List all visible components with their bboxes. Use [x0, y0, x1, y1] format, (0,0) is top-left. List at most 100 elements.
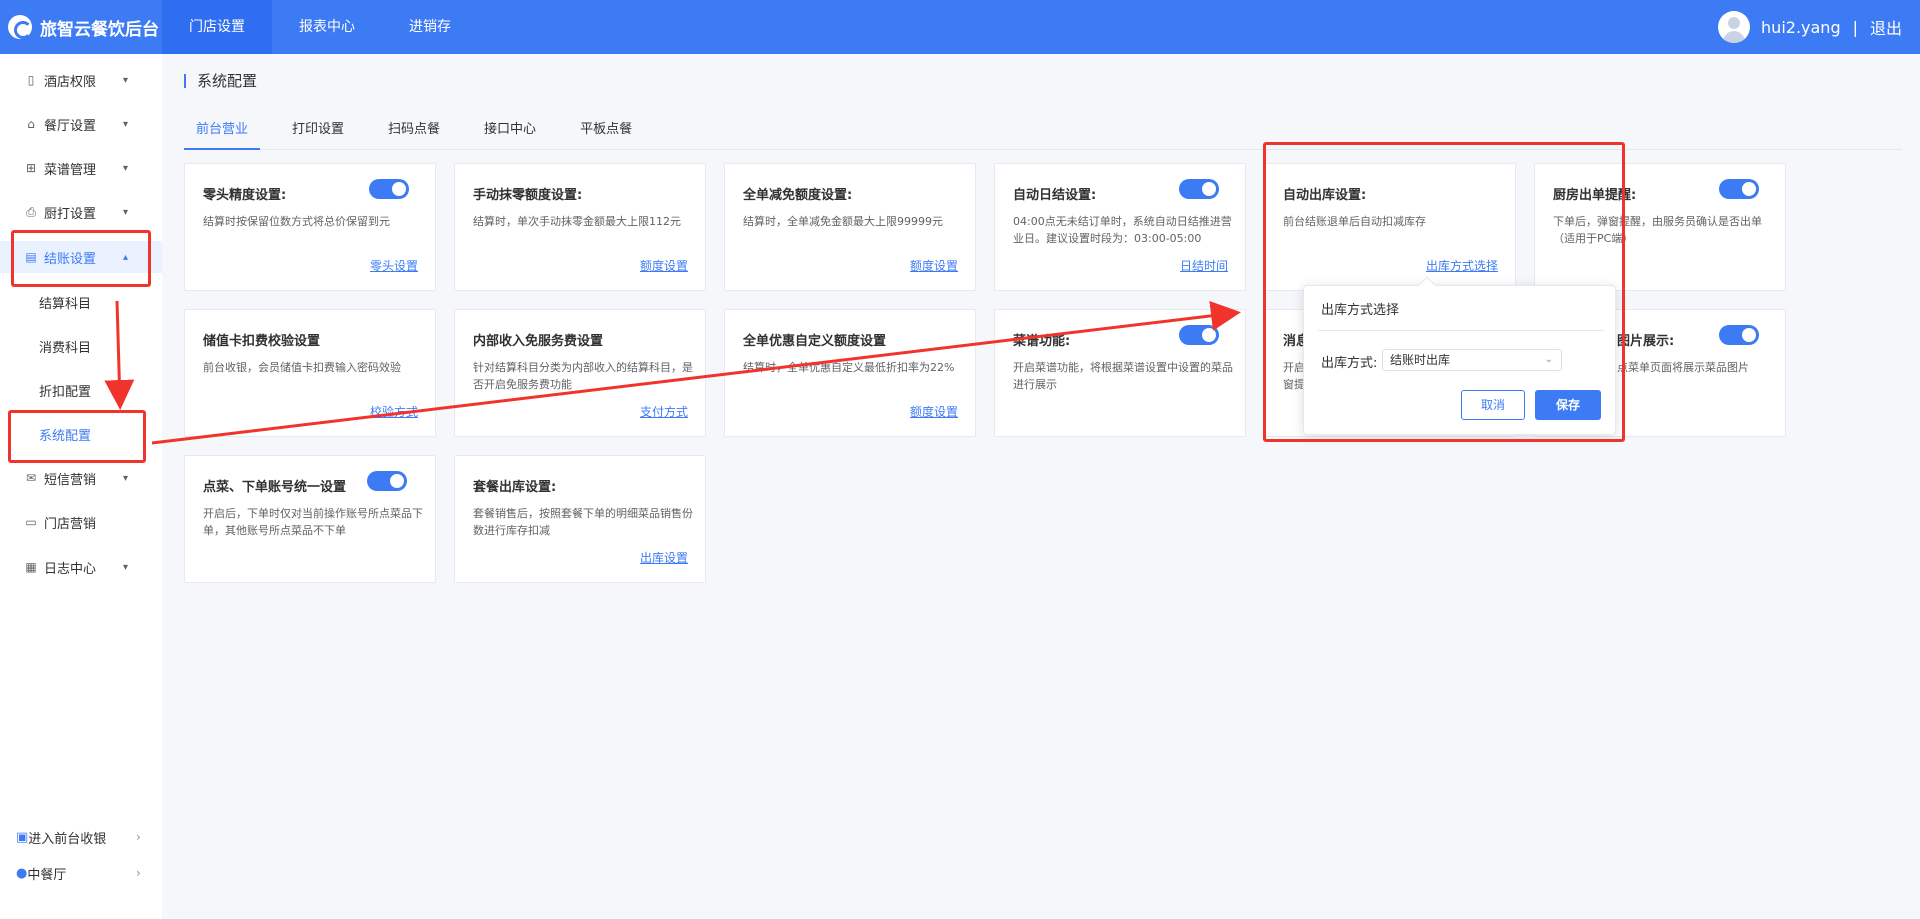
- topnav-store-settings[interactable]: 门店设置: [162, 0, 272, 54]
- sidebar-item-menu-management[interactable]: ⊞ 菜谱管理 ▾: [0, 152, 162, 184]
- page-title: 系统配置: [184, 74, 257, 89]
- card-title: 厨房出单提醒:: [1553, 188, 1637, 203]
- card-description: 开启后，下单时仅对当前操作账号所点菜品下单，其他账号所点菜品不下单: [203, 507, 423, 537]
- monitor-icon: ▣: [16, 829, 29, 845]
- sidebar-item-label: 餐厅设置: [44, 118, 97, 134]
- card-description: 结算时，全单优惠自定义最低折扣率为22%: [743, 361, 955, 374]
- sidebar-item-label: 门店营销: [44, 516, 97, 532]
- card-menu-function: 菜谱功能: 开启菜谱功能，将根据菜谱设置中设置的菜品进行展示: [994, 309, 1246, 437]
- card-link[interactable]: 额度设置: [910, 257, 958, 274]
- popover-title: 出库方式选择: [1321, 303, 1400, 318]
- card-link[interactable]: 额度设置: [910, 403, 958, 420]
- card-title: 手动抹零额度设置:: [473, 188, 583, 203]
- current-restaurant-label: 中餐厅: [27, 867, 67, 883]
- logo-icon: [8, 15, 32, 39]
- sidebar-item-kitchen-print[interactable]: ⎙ 厨打设置 ▾: [0, 196, 162, 228]
- card-title: 储值卡扣费校验设置: [203, 334, 321, 349]
- sidebar-item-store-marketing[interactable]: ▭ 门店营销: [0, 506, 162, 538]
- tab-front-business[interactable]: 前台营业: [184, 118, 261, 150]
- topnav-report-center[interactable]: 报表中心: [272, 0, 382, 54]
- card-title: 套餐出库设置:: [473, 480, 557, 495]
- card-description: 前台收银，会员储值卡扣费输入密码效验: [203, 361, 401, 374]
- select-value: 结账时出库: [1390, 353, 1451, 367]
- toggle-switch[interactable]: [1179, 179, 1219, 199]
- card-title: 内部收入免服务费设置: [473, 334, 604, 349]
- card-manual-rounding-limit: 手动抹零额度设置: 结算时，单次手动抹零金额最大上限112元 额度设置: [454, 163, 706, 291]
- sidebar-item-label: 短信营销: [44, 472, 97, 488]
- current-restaurant[interactable]: ● 中餐厅 ›: [0, 859, 162, 887]
- card-link[interactable]: 零头设置: [370, 257, 418, 274]
- sidebar-item-checkout-settings[interactable]: ▤ 结账设置 ▴: [0, 241, 162, 273]
- sidebar-item-restaurant-settings[interactable]: ⌂ 餐厅设置 ▾: [0, 108, 162, 140]
- card-link[interactable]: 校验方式: [370, 403, 418, 420]
- card-rounding-precision: 零头精度设置: 结算时按保留位数方式将总价保留到元 零头设置: [184, 163, 436, 291]
- chevron-up-icon: ▴: [123, 251, 129, 263]
- sidebar: ▯ 酒店权限 ▾ ⌂ 餐厅设置 ▾ ⊞ 菜谱管理 ▾ ⎙ 厨打设置 ▾ ▤ 结账…: [0, 54, 162, 919]
- sidebar-item-label: 酒店权限: [44, 74, 97, 90]
- grid-icon: ⊞: [25, 161, 37, 175]
- toggle-switch[interactable]: [1719, 179, 1759, 199]
- sidebar-sub-discount-config[interactable]: 折扣配置: [0, 374, 162, 406]
- enter-front-cashier[interactable]: ▣ 进入前台收银 ›: [0, 823, 162, 851]
- topnav-inventory[interactable]: 进销存: [382, 0, 478, 54]
- card-stored-value-verification: 储值卡扣费校验设置 前台收银，会员储值卡扣费输入密码效验 校验方式: [184, 309, 436, 437]
- card-auto-daily-close: 自动日结设置: 04:00点无未结订单时，系统自动日结推进营业日。建议设置时段为…: [994, 163, 1246, 291]
- stock-out-method-select[interactable]: 结账时出库 ⌄: [1382, 349, 1562, 371]
- sidebar-item-label: 菜谱管理: [44, 162, 97, 178]
- sidebar-item-label: 厨打设置: [44, 206, 97, 222]
- card-title: 零头精度设置:: [203, 188, 287, 203]
- card-description: 套餐销售后，按照套餐下单的明细菜品销售份数进行库存扣减: [473, 507, 693, 537]
- card-full-order-waiver-limit: 全单减免额度设置: 结算时，全单减免金额最大上限99999元 额度设置: [724, 163, 976, 291]
- card-custom-discount-limit: 全单优惠自定义额度设置 结算时，全单优惠自定义最低折扣率为22% 额度设置: [724, 309, 976, 437]
- card-title: 图片展示:: [1617, 334, 1675, 349]
- toggle-switch[interactable]: [1719, 325, 1759, 345]
- sidebar-sub-settlement-subjects[interactable]: 结算科目: [0, 286, 162, 318]
- card-link[interactable]: 出库方式选择: [1426, 257, 1498, 274]
- card-title: 全单减免额度设置:: [743, 188, 853, 203]
- printer-icon: ⎙: [26, 204, 36, 219]
- enter-front-cashier-label: 进入前台收银: [28, 831, 107, 847]
- toggle-switch[interactable]: [1179, 325, 1219, 345]
- card-description: 下单后，弹窗提醒，由服务员确认是否出单（适用于PC端）: [1553, 215, 1762, 245]
- top-nav: 门店设置 报表中心 进销存: [162, 0, 478, 54]
- card-set-meal-stock-out: 套餐出库设置: 套餐销售后，按照套餐下单的明细菜品销售份数进行库存扣减 出库设置: [454, 455, 706, 583]
- user-separator: |: [1852, 17, 1858, 37]
- card-description: 结算时，全单减免金额最大上限99999元: [743, 215, 943, 228]
- chevron-down-icon: ▾: [123, 162, 129, 174]
- tab-print-settings[interactable]: 打印设置: [280, 118, 356, 150]
- cancel-button[interactable]: 取消: [1461, 390, 1525, 420]
- card-link[interactable]: 支付方式: [640, 403, 688, 420]
- card-title: 点菜、下单账号统一设置: [203, 480, 347, 495]
- save-button[interactable]: 保存: [1535, 390, 1601, 420]
- card-link[interactable]: 额度设置: [640, 257, 688, 274]
- toggle-switch[interactable]: [367, 471, 407, 491]
- logout-link[interactable]: 退出: [1870, 15, 1902, 39]
- sidebar-item-label: 结账设置: [44, 251, 97, 267]
- card-description: 前台结账退单后自动扣减库存: [1283, 215, 1426, 228]
- card-description: 针对结算科目分类为内部收入的结算科目，是否开启免服务费功能: [473, 361, 693, 391]
- sidebar-item-sms-marketing[interactable]: ✉ 短信营销 ▾: [0, 462, 162, 494]
- avatar[interactable]: [1718, 11, 1751, 43]
- sidebar-sub-consumption-subjects[interactable]: 消费科目: [0, 330, 162, 362]
- chevron-down-icon: ▾: [123, 206, 129, 218]
- store-icon: ▭: [25, 515, 37, 529]
- toggle-switch[interactable]: [369, 179, 409, 199]
- username[interactable]: hui2.yang: [1761, 18, 1841, 37]
- chevron-down-icon: ▾: [123, 74, 129, 86]
- sidebar-sub-system-config[interactable]: 系统配置: [0, 418, 162, 450]
- sidebar-item-log-center[interactable]: ▦ 日志中心 ▾: [0, 551, 162, 583]
- tab-scan-order[interactable]: 扫码点餐: [376, 118, 452, 150]
- card-link[interactable]: 日结时间: [1180, 257, 1228, 274]
- home-icon: ⌂: [27, 117, 35, 131]
- app-title: 旅智云餐饮后台: [40, 19, 159, 40]
- chevron-down-icon: ⌄: [1544, 354, 1553, 365]
- log-icon: ▦: [25, 560, 37, 574]
- tab-interface-center[interactable]: 接口中心: [472, 118, 548, 150]
- card-auto-stock-out: 自动出库设置: 前台结账退单后自动扣减库存 出库方式选择: [1264, 163, 1516, 291]
- tab-bar: 前台营业 打印设置 扫码点餐 接口中心 平板点餐: [184, 118, 1902, 150]
- tab-tablet-order[interactable]: 平板点餐: [568, 118, 644, 150]
- card-link[interactable]: 出库设置: [640, 549, 688, 566]
- sidebar-item-hotel-permissions[interactable]: ▯ 酒店权限 ▾: [0, 64, 162, 96]
- logo[interactable]: 旅智云餐饮后台: [0, 0, 162, 54]
- card-title: 自动日结设置:: [1013, 188, 1097, 203]
